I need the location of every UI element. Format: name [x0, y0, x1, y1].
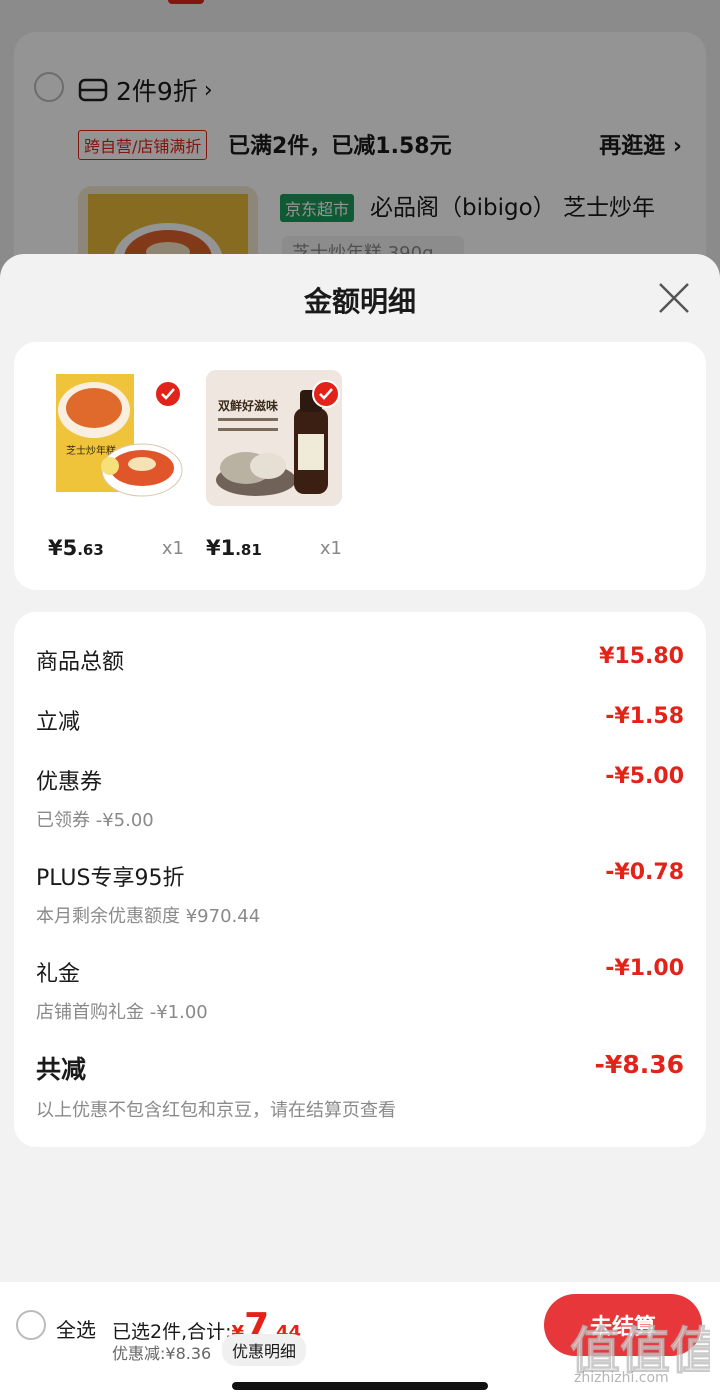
product-image-caption: 双鲜好滋味 [218, 398, 278, 413]
select-all-checkbox[interactable] [16, 1310, 46, 1340]
detail-amount: -¥8.36 [594, 1050, 684, 1079]
detail-row-instant-discount: 立减 -¥1.58 [36, 704, 684, 736]
detail-label: PLUS专享95折 [36, 866, 185, 891]
home-indicator[interactable] [232, 1382, 488, 1390]
product-quantity: x1 [161, 538, 184, 559]
detail-amount: ¥15.80 [599, 644, 684, 669]
checkout-button[interactable]: 去结算 [544, 1294, 702, 1356]
discount-detail-button[interactable]: 优惠明细 [222, 1334, 307, 1366]
detail-amount: -¥0.78 [605, 860, 684, 885]
detail-row-coupon: 优惠券 -¥5.00 已领券 -¥5.00 [36, 764, 684, 832]
detail-row-goods-total: 商品总额 ¥15.80 [36, 644, 684, 676]
detail-subtext: 已领券 -¥5.00 [36, 810, 154, 831]
product-price: ¥5.63 [48, 536, 104, 560]
selected-product[interactable]: 芝士炒年糕 ¥5.63 x1 [48, 370, 184, 560]
selected-products-card: 芝士炒年糕 ¥5.63 x1 双鲜好滋味 ¥1.81 x1 [14, 342, 706, 590]
detail-amount: -¥1.58 [605, 704, 684, 729]
detail-subtext: 以上优惠不包含红包和京豆，请在结算页查看 [36, 1100, 396, 1121]
amount-detail-sheet: 金额明细 芝士炒年糕 ¥5.63 x1 双鲜好滋味 ¥1.81 x1 商品总额 … [0, 254, 720, 1398]
detail-label: 商品总额 [36, 650, 125, 675]
detail-row-total-savings: 共减 -¥8.36 以上优惠不包含红包和京豆，请在结算页查看 [36, 1050, 684, 1122]
checkmark-icon[interactable] [312, 380, 340, 408]
sheet-title: 金额明细 [303, 285, 416, 318]
checkmark-icon[interactable] [154, 380, 182, 408]
amount-details-card: 商品总额 ¥15.80 立减 -¥1.58 优惠券 -¥5.00 已领券 -¥5… [14, 612, 706, 1147]
product-quantity: x1 [319, 538, 342, 559]
watermark-site-text: zhizhizhi.com [574, 1370, 669, 1386]
product-price: ¥1.81 [206, 536, 262, 560]
detail-subtext: 本月剩余优惠额度 ¥970.44 [36, 906, 261, 927]
close-icon[interactable] [656, 280, 692, 316]
detail-row-gift-cash: 礼金 -¥1.00 店铺首购礼金 -¥1.00 [36, 956, 684, 1024]
select-all-label[interactable]: 全选 [56, 1314, 96, 1343]
product-image: 芝士炒年糕 [48, 370, 184, 506]
detail-amount: -¥1.00 [605, 956, 684, 981]
detail-label: 优惠券 [36, 770, 103, 795]
detail-amount: -¥5.00 [605, 764, 684, 789]
detail-label: 礼金 [36, 962, 81, 987]
detail-label: 共减 [36, 1055, 87, 1084]
product-image: 双鲜好滋味 [206, 370, 342, 506]
detail-subtext: 店铺首购礼金 -¥1.00 [36, 1002, 208, 1023]
detail-label: 立减 [36, 710, 81, 735]
selected-product[interactable]: 双鲜好滋味 ¥1.81 x1 [206, 370, 342, 560]
saved-amount: 优惠减:¥8.36 [112, 1344, 212, 1363]
detail-row-plus-discount: PLUS专享95折 -¥0.78 本月剩余优惠额度 ¥970.44 [36, 860, 684, 928]
